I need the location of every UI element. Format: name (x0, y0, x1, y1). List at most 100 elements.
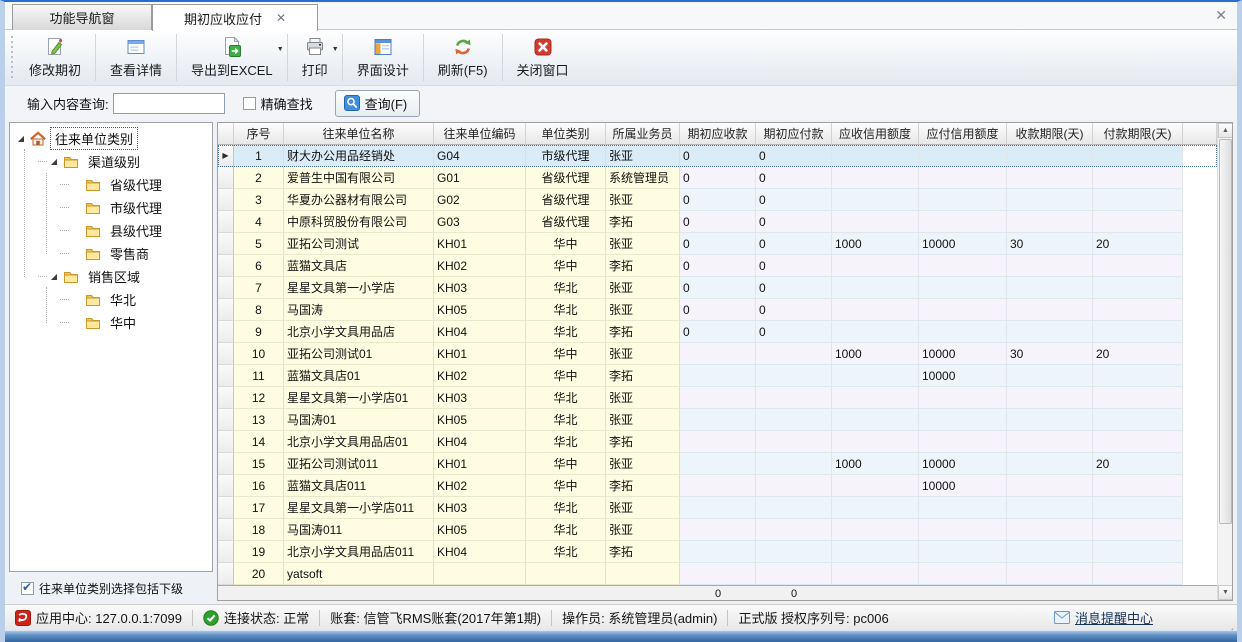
row-selector-cell[interactable] (218, 387, 234, 409)
grid-cell[interactable]: G04 (434, 145, 526, 167)
tree-item[interactable]: ◢销售区域 (10, 265, 144, 288)
grid-cell[interactable] (832, 475, 919, 497)
grid-cell[interactable] (680, 365, 756, 387)
table-row[interactable]: 19北京小学文具用品店011KH04华北李拓 (218, 541, 1217, 563)
column-header[interactable]: 应付信用额度 (919, 123, 1007, 145)
grid-cell[interactable]: KH01 (434, 453, 526, 475)
grid-cell[interactable]: 1000 (832, 343, 919, 365)
grid-cell[interactable] (526, 563, 606, 585)
grid-cell[interactable] (680, 409, 756, 431)
dropdown-arrow-icon[interactable]: ▼ (332, 46, 339, 53)
grid-cell[interactable]: KH01 (434, 233, 526, 255)
grid-cell[interactable] (832, 167, 919, 189)
grid-cell[interactable] (1007, 409, 1093, 431)
column-header[interactable]: 序号 (234, 123, 284, 145)
grid-cell[interactable]: 20 (1093, 453, 1183, 475)
grid-cell[interactable] (919, 563, 1007, 585)
grid-cell[interactable]: 李拓 (606, 541, 680, 563)
grid-cell[interactable] (919, 145, 1007, 167)
tree-item[interactable]: 县级代理 (10, 219, 166, 242)
grid-cell[interactable]: 0 (756, 299, 832, 321)
table-row[interactable]: ▶1财大办公用品经销处G04市级代理张亚00 (218, 145, 1217, 167)
row-selector-cell[interactable] (218, 475, 234, 497)
grid-cell[interactable] (832, 299, 919, 321)
row-selector-cell[interactable] (218, 431, 234, 453)
grid-cell[interactable]: 李拓 (606, 255, 680, 277)
scrollbar-thumb[interactable] (1219, 139, 1232, 524)
table-row[interactable]: 10亚拓公司测试01KH01华中张亚1000100003020 (218, 343, 1217, 365)
table-row[interactable]: 14北京小学文具用品店01KH04华北李拓 (218, 431, 1217, 453)
grid-cell[interactable]: 张亚 (606, 343, 680, 365)
row-selector-cell[interactable] (218, 321, 234, 343)
grid-cell[interactable]: 李拓 (606, 475, 680, 497)
toolbar-button-ui-design[interactable]: 界面设计 (344, 30, 422, 85)
grid-cell[interactable]: 亚拓公司测试011 (284, 453, 434, 475)
grid-cell[interactable] (832, 277, 919, 299)
grid-cell[interactable]: 蓝猫文具店 (284, 255, 434, 277)
grid-cell[interactable] (919, 255, 1007, 277)
grid-cell[interactable]: 华中 (526, 365, 606, 387)
grid-cell[interactable] (919, 519, 1007, 541)
search-input[interactable] (113, 93, 225, 114)
row-selector-cell[interactable] (218, 233, 234, 255)
table-row[interactable]: 4中原科贸股份有限公司G03省级代理李拓00 (218, 211, 1217, 233)
grid-cell[interactable] (832, 563, 919, 585)
grid-cell[interactable]: 张亚 (606, 387, 680, 409)
grid-cell[interactable] (680, 387, 756, 409)
grid-cell[interactable] (1093, 211, 1183, 233)
grid-cell[interactable]: 星星文具第一小学店01 (284, 387, 434, 409)
grid-cell[interactable] (832, 497, 919, 519)
tree-expander-icon[interactable]: ◢ (49, 157, 59, 167)
table-row[interactable]: 7星星文具第一小学店KH03华北张亚00 (218, 277, 1217, 299)
grid-cell[interactable]: 北京小学文具用品店011 (284, 541, 434, 563)
grid-cell[interactable]: 0 (756, 189, 832, 211)
grid-cell[interactable] (756, 519, 832, 541)
grid-cell[interactable] (680, 453, 756, 475)
grid-cell[interactable]: KH04 (434, 431, 526, 453)
toolbar-button-close-window[interactable]: 关闭窗口 (504, 30, 582, 85)
grid-cell[interactable]: 0 (756, 145, 832, 167)
column-header[interactable]: 付款期限(天) (1093, 123, 1183, 145)
grid-cell[interactable] (1007, 519, 1093, 541)
tab-initial-receivables-payables[interactable]: 期初应收应付 ✕ (152, 4, 318, 31)
table-row[interactable]: 8马国涛KH05华北张亚00 (218, 299, 1217, 321)
row-selector-cell[interactable] (218, 255, 234, 277)
grid-cell[interactable]: 李拓 (606, 321, 680, 343)
grid-cell[interactable]: KH04 (434, 321, 526, 343)
grid-cell[interactable]: KH05 (434, 409, 526, 431)
grid-cell[interactable]: G03 (434, 211, 526, 233)
grid-cell[interactable]: 张亚 (606, 189, 680, 211)
grid-cell[interactable]: 北京小学文具用品店 (284, 321, 434, 343)
column-header[interactable]: 期初应付款 (756, 123, 832, 145)
grid-cell[interactable]: 张亚 (606, 519, 680, 541)
grid-cell[interactable] (1093, 255, 1183, 277)
query-button[interactable]: 查询(F) (335, 90, 421, 117)
grid-cell[interactable] (919, 299, 1007, 321)
grid-cell[interactable]: 省级代理 (526, 211, 606, 233)
column-header[interactable]: 应收信用额度 (832, 123, 919, 145)
grid-cell[interactable]: 0 (680, 211, 756, 233)
grid-cell[interactable]: 张亚 (606, 409, 680, 431)
toolbar-button-refresh[interactable]: 刷新(F5) (425, 30, 501, 85)
grid-cell[interactable]: 华北 (526, 277, 606, 299)
toolbar-button-print[interactable]: 打印▼ (289, 30, 341, 85)
grid-cell[interactable]: 30 (1007, 233, 1093, 255)
grid-cell[interactable] (832, 387, 919, 409)
grid-cell[interactable]: 华中 (526, 453, 606, 475)
grid-cell[interactable] (1093, 497, 1183, 519)
grid-cell[interactable]: 30 (1007, 343, 1093, 365)
grid-cell[interactable] (1007, 277, 1093, 299)
toolbar-button-edit-initial[interactable]: 修改期初 (16, 30, 94, 85)
grid-cell[interactable] (1007, 431, 1093, 453)
grid-cell[interactable]: 10000 (919, 233, 1007, 255)
grid-cell[interactable]: KH03 (434, 277, 526, 299)
grid-cell[interactable]: 华北 (526, 321, 606, 343)
grid-cell[interactable]: 17 (234, 497, 284, 519)
table-row[interactable]: 6蓝猫文具店KH02华中李拓00 (218, 255, 1217, 277)
grid-cell[interactable] (1007, 145, 1093, 167)
grid-cell[interactable] (832, 321, 919, 343)
row-selector-cell[interactable] (218, 563, 234, 585)
grid-cell[interactable]: 0 (680, 233, 756, 255)
grid-cell[interactable]: 10000 (919, 475, 1007, 497)
table-row[interactable]: 11蓝猫文具店01KH02华中李拓10000 (218, 365, 1217, 387)
